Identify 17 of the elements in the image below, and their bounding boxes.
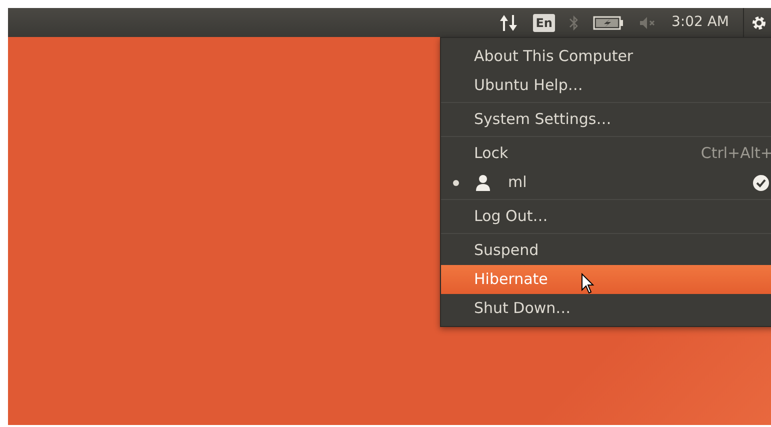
- menu-item[interactable]: Log Out…: [441, 202, 771, 231]
- network-arrows-icon[interactable]: [498, 14, 519, 32]
- mouse-pointer-icon: [581, 273, 595, 295]
- user-menu-item[interactable]: ml: [441, 168, 771, 197]
- battery-icon[interactable]: [593, 14, 626, 30]
- clock[interactable]: 3:02 AM: [671, 12, 729, 33]
- menu-item[interactable]: System Settings…: [441, 105, 771, 134]
- menu-item[interactable]: Ubuntu Help…: [441, 71, 771, 100]
- menu-item[interactable]: Shut Down…: [441, 294, 771, 323]
- menu-item[interactable]: Suspend: [441, 236, 771, 265]
- menu-item-label: Lock: [474, 143, 508, 164]
- menu-item[interactable]: Lock Ctrl+Alt+: [441, 139, 771, 168]
- user-name: ml: [508, 172, 527, 194]
- person-icon: [474, 174, 492, 192]
- menu-item[interactable]: About This Computer: [441, 42, 771, 71]
- keyboard-layout-indicator[interactable]: En: [532, 14, 556, 32]
- shortcut-text: Ctrl+Alt+: [700, 143, 771, 164]
